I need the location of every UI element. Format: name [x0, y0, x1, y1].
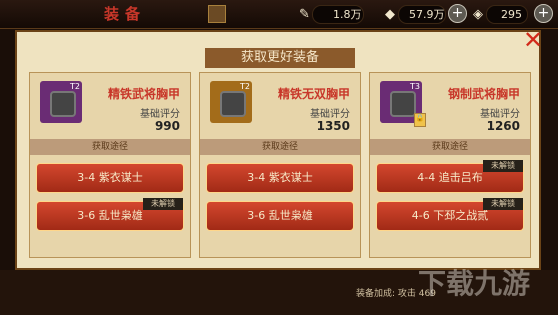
add-diamond-button[interactable]: +: [534, 4, 553, 23]
tier-label: T2: [240, 82, 250, 91]
item-slot[interactable]: T3 🔒: [380, 81, 426, 127]
stat-gold: ◆ 57.9万: [385, 5, 446, 24]
item-slot[interactable]: T2: [210, 81, 252, 123]
box-icon[interactable]: [208, 5, 226, 23]
source-label-text: 3-4 紫衣谋士: [247, 171, 313, 184]
source-label: 获取途径: [30, 139, 190, 155]
item-name: 精铁无双胸甲: [277, 87, 350, 101]
modal-title: 获取更好装备: [205, 48, 355, 68]
vest-icon: [50, 91, 76, 117]
tier-label: T2: [70, 82, 80, 91]
equipment-card: T3 🔒 钢制武将胸甲 基础评分 1260 获取途径 4-4 追击吕布 未解锁 …: [369, 72, 531, 258]
source-button[interactable]: 3-6 乱世枭雄 未解锁: [36, 198, 184, 231]
tier-label: T3: [410, 82, 420, 91]
score-label: 基础评分: [480, 109, 520, 120]
acquire-equipment-modal: 获取更好装备 ✕ T2 精铁武将胸甲 基础评分 990 获取途径 3-4 紫衣谋…: [15, 26, 543, 270]
source-label-text: 3-6 乱世枭雄: [77, 209, 143, 222]
source-button[interactable]: 3-4 紫衣谋士: [206, 163, 354, 193]
top-bar: 装备 ✎ 1.8万 ◆ 57.9万 + ◈ 295 +: [0, 0, 558, 29]
source-button[interactable]: 4-6 下邳之战贰 未解锁: [376, 198, 524, 231]
source-label: 获取途径: [200, 139, 360, 155]
source-button[interactable]: 4-4 追击吕布 未解锁: [376, 160, 524, 193]
locked-tag: 未解锁: [483, 198, 523, 210]
locked-tag: 未解锁: [483, 160, 523, 172]
page-title: 装备: [104, 5, 147, 23]
stat-value: 1.8万: [333, 8, 362, 21]
close-icon[interactable]: ✕: [523, 26, 543, 54]
vest-icon: [220, 91, 246, 117]
item-name: 钢制武将胸甲: [447, 87, 520, 101]
diamond-icon: ◈: [473, 7, 483, 22]
vest-icon: [390, 91, 416, 117]
lock-icon: 🔒: [414, 113, 426, 127]
source-label: 获取途径: [370, 139, 530, 155]
gold-icon: ◆: [385, 7, 395, 22]
source-label-text: 3-6 乱世枭雄: [247, 209, 313, 222]
equipment-card: T2 精铁武将胸甲 基础评分 990 获取途径 3-4 紫衣谋士 3-6 乱世枭…: [29, 72, 191, 258]
source-label-text: 4-6 下邳之战贰: [411, 209, 489, 222]
stat-value: 295: [501, 8, 522, 21]
card-header: T2 精铁武将胸甲 基础评分 990: [30, 73, 190, 133]
stat-diamond: ◈ 295: [473, 5, 528, 24]
score-label: 基础评分: [140, 109, 180, 120]
source-label-text: 4-4 追击吕布: [417, 171, 483, 184]
score-value: 990: [154, 119, 180, 133]
source-button[interactable]: 3-4 紫衣谋士: [36, 163, 184, 193]
stat-scroll: ✎ 1.8万: [299, 5, 364, 24]
card-header: T2 精铁无双胸甲 基础评分 1350: [200, 73, 360, 133]
score-value: 1260: [486, 119, 520, 133]
card-header: T3 🔒 钢制武将胸甲 基础评分 1260: [370, 73, 530, 133]
item-slot[interactable]: T2: [40, 81, 82, 123]
watermark: 下载九游: [418, 267, 531, 300]
score-label: 基础评分: [310, 109, 350, 120]
add-gold-button[interactable]: +: [448, 4, 467, 23]
stat-value: 57.9万: [409, 8, 445, 21]
item-name: 精铁武将胸甲: [107, 87, 180, 101]
source-button[interactable]: 3-6 乱世枭雄: [206, 201, 354, 231]
source-label-text: 3-4 紫衣谋士: [77, 171, 143, 184]
scroll-icon: ✎: [299, 7, 310, 22]
locked-tag: 未解锁: [143, 198, 183, 210]
equipment-card: T2 精铁无双胸甲 基础评分 1350 获取途径 3-4 紫衣谋士 3-6 乱世…: [199, 72, 361, 258]
score-value: 1350: [316, 119, 350, 133]
